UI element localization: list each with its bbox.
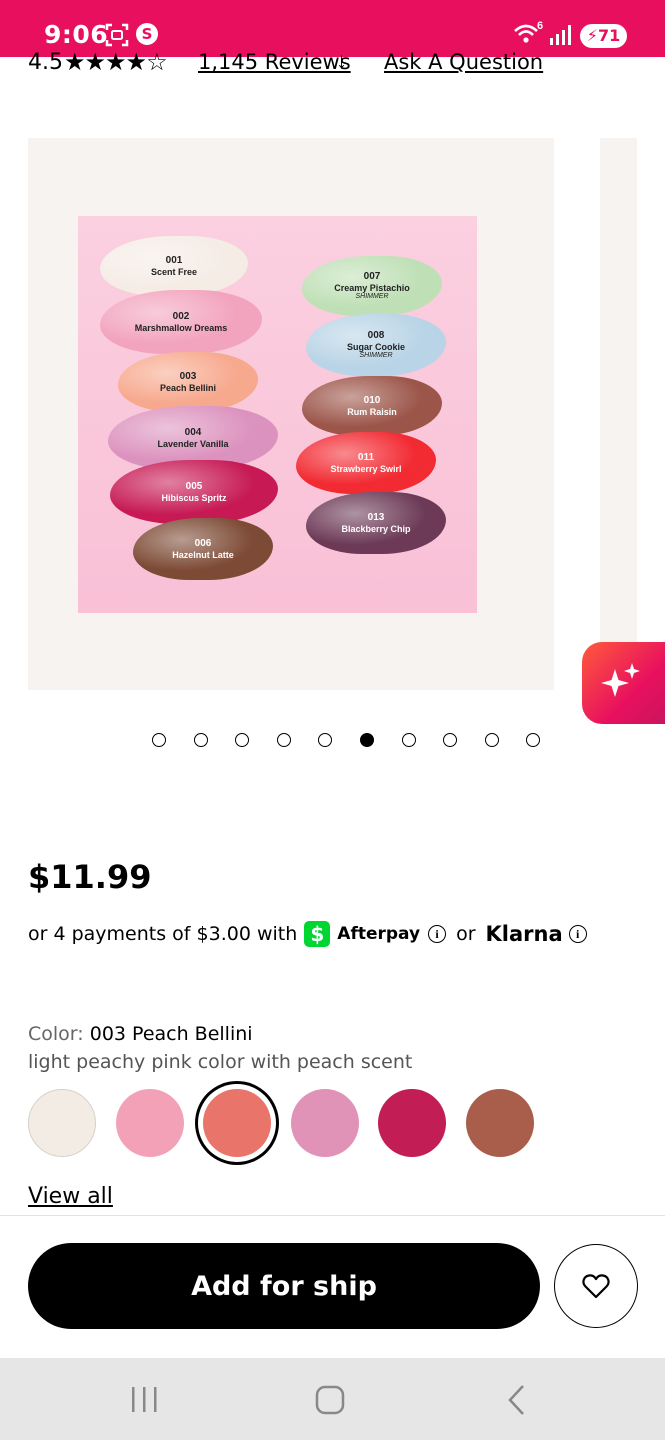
system-navigation-bar (0, 1358, 665, 1440)
lip-swatch: 002 Marshmallow Dreams (100, 290, 262, 354)
battery-indicator: ⚡71 (580, 24, 627, 48)
network-badge: 6 (537, 20, 544, 32)
next-gallery-image[interactable] (600, 138, 637, 690)
color-swatch[interactable] (28, 1089, 96, 1157)
lip-swatch: 006 Hazelnut Latte (133, 518, 273, 580)
product-gallery-image[interactable]: 001 Scent Free 002 Marshmallow Dreams 003 Pea… (28, 138, 554, 690)
swatch-note: SHIMMER (355, 292, 389, 300)
swatch-code: 001 (165, 255, 183, 267)
afterpay-info-icon[interactable]: i (428, 925, 447, 943)
gallery-dot[interactable] (401, 733, 416, 747)
cash-app-icon: $ (304, 921, 331, 947)
swatch-name: Lavender Vanilla (157, 438, 229, 449)
installment-payments: or 4 payments of $3.00 with $ Afterpay i… (28, 918, 597, 950)
lip-swatch: 010 Rum Raisin (302, 376, 442, 436)
heart-icon (582, 1274, 610, 1299)
color-swatch[interactable] (115, 1089, 184, 1157)
battery-level: 71 (597, 26, 621, 45)
color-selection-label: Color: 003 Peach Bellini (28, 1023, 253, 1045)
lip-swatch: 003 Peach Bellini (118, 352, 258, 412)
svg-text:S: S (142, 25, 153, 43)
payments-text: or 4 payments of $3.00 with (28, 923, 298, 945)
status-time: 9:06 (44, 20, 109, 49)
product-price: $11.99 (28, 858, 152, 896)
star-rating-icon: ★★★★☆ (64, 49, 168, 76)
gallery-dot[interactable] (193, 733, 208, 747)
swatch-code: 006 (194, 538, 212, 550)
klarna-label: Klarna (485, 922, 563, 946)
ai-assistant-button[interactable] (582, 642, 665, 724)
swatch-name: Creamy Pistachio (334, 282, 410, 293)
klarna-info-icon[interactable]: i (568, 925, 587, 943)
swatch-code: 007 (363, 271, 381, 283)
swatch-code: 005 (185, 481, 203, 493)
swatch-code: 003 (179, 371, 197, 383)
divider (0, 1215, 665, 1216)
swatch-name: Blackberry Chip (341, 523, 411, 534)
gallery-dot[interactable] (359, 733, 374, 747)
swatch-name: Strawberry Swirl (330, 463, 402, 474)
swatch-name: Hazelnut Latte (172, 549, 234, 560)
view-all-link[interactable]: View all (28, 1184, 113, 1209)
color-swatch[interactable] (465, 1089, 534, 1157)
screen-recorder-icon (105, 23, 129, 47)
sparkle-icon (601, 663, 640, 697)
color-description: light peachy pink color with peach scent (28, 1051, 413, 1073)
charging-icon: ⚡ (586, 26, 598, 45)
gallery-dot[interactable] (152, 733, 166, 747)
swatch-collage-image: 001 Scent Free 002 Marshmallow Dreams 003 Pea… (78, 216, 477, 613)
lip-swatch: 013 Blackberry Chip (306, 492, 446, 554)
swatch-code: 011 (357, 452, 375, 464)
swatch-code: 004 (184, 427, 202, 439)
swatch-code: 013 (367, 512, 385, 524)
back-icon[interactable] (502, 1378, 532, 1422)
lip-swatch: 005 Hibiscus Spritz (110, 460, 278, 524)
lip-swatch: 011 Strawberry Swirl (296, 432, 436, 494)
color-swatch[interactable] (378, 1089, 446, 1157)
rating-row: 4.5 ★★★★☆ 1,145 Reviews ↓ Ask A Question (0, 46, 665, 76)
add-for-ship-button[interactable]: Add for ship (28, 1243, 540, 1329)
swatch-name: Marshmallow Dreams (134, 322, 228, 333)
swatch-name: Scent Free (150, 266, 198, 277)
color-swatch[interactable] (290, 1089, 359, 1157)
color-label: Color: (28, 1023, 84, 1045)
arrow-down-icon[interactable]: ↓ (336, 48, 347, 74)
recent-apps-icon[interactable] (128, 1378, 160, 1422)
swatch-code: 010 (363, 395, 381, 407)
swatch-name: Rum Raisin (347, 406, 397, 417)
reviews-link[interactable]: 1,145 Reviews (198, 50, 351, 74)
lip-swatch: 008 Sugar Cookie SHIMMER (306, 314, 446, 376)
app-s-icon: S (136, 23, 158, 45)
swatch-code: 002 (172, 311, 190, 323)
gallery-dot[interactable] (484, 733, 499, 747)
wishlist-button[interactable] (554, 1244, 638, 1328)
ask-question-link[interactable]: Ask A Question (384, 50, 543, 74)
afterpay-label: Afterpay (337, 924, 421, 944)
gallery-dot[interactable] (443, 733, 458, 747)
signal-icon (550, 25, 571, 45)
swatch-name: Hibiscus Spritz (161, 492, 227, 503)
or-label: or (456, 923, 476, 945)
gallery-pagination (152, 733, 568, 749)
swatch-note: SHIMMER (359, 351, 393, 359)
gallery-dot[interactable] (318, 733, 333, 747)
home-icon[interactable] (312, 1378, 348, 1422)
swatch-name: Peach Bellini (159, 382, 217, 393)
gallery-dot[interactable] (526, 733, 541, 747)
gallery-dot[interactable] (276, 733, 291, 747)
color-swatch[interactable] (203, 1089, 271, 1157)
gallery-dot[interactable] (235, 733, 250, 747)
swatch-code: 008 (367, 330, 385, 342)
lip-swatch: 001 Scent Free (100, 236, 248, 296)
selected-color-name: 003 Peach Bellini (89, 1023, 253, 1045)
lip-swatch: 007 Creamy Pistachio SHIMMER (302, 256, 442, 316)
swatch-name: Sugar Cookie (346, 341, 405, 352)
rating-value: 4.5 (28, 50, 63, 75)
